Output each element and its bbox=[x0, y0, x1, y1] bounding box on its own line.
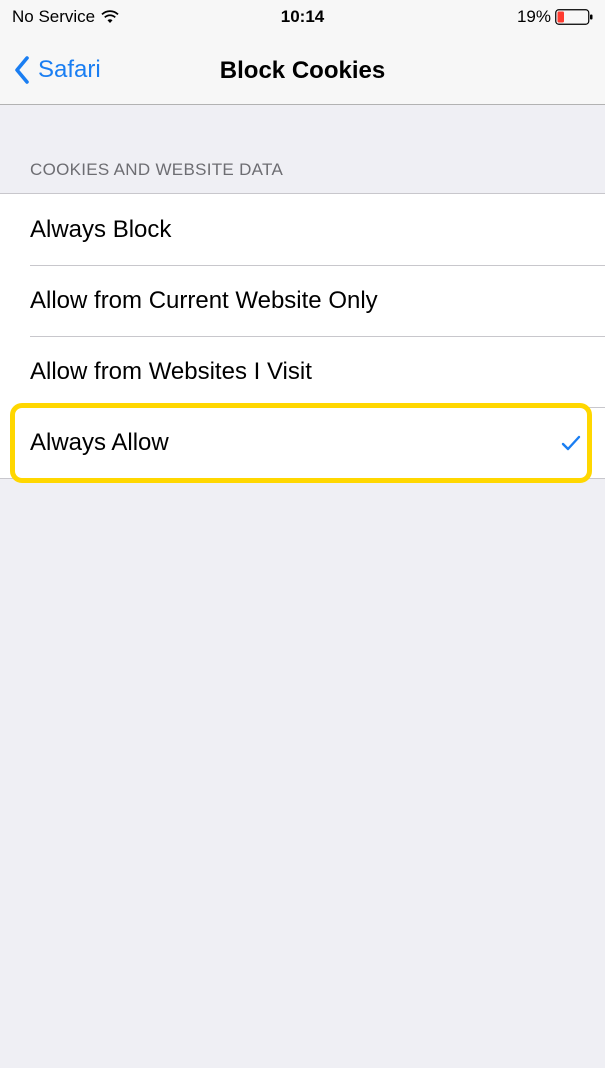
option-label: Always Allow bbox=[30, 428, 169, 456]
battery-icon bbox=[555, 9, 593, 25]
option-label: Always Block bbox=[30, 215, 172, 243]
navigation-bar: Safari Block Cookies bbox=[0, 36, 605, 105]
cookie-options-list: Always Block Allow from Current Website … bbox=[0, 193, 605, 479]
option-allow-current-website[interactable]: Allow from Current Website Only bbox=[0, 265, 605, 336]
option-allow-websites-visited[interactable]: Allow from Websites I Visit bbox=[0, 336, 605, 407]
battery-percent: 19% bbox=[516, 7, 551, 26]
section-header: COOKIES AND WEBSITE DATA bbox=[30, 160, 284, 179]
status-bar: No Service 10:14 19% bbox=[0, 0, 605, 36]
page-title: Block Cookies bbox=[219, 57, 386, 84]
status-time: 10:14 bbox=[280, 7, 325, 26]
option-label: Allow from Current Website Only bbox=[30, 286, 378, 314]
option-always-allow[interactable]: Always Allow bbox=[0, 407, 605, 478]
option-always-block[interactable]: Always Block bbox=[0, 194, 605, 265]
option-label: Allow from Websites I Visit bbox=[30, 357, 312, 385]
status-battery-group: 19% bbox=[517, 7, 595, 27]
checkmark-icon bbox=[561, 435, 581, 450]
